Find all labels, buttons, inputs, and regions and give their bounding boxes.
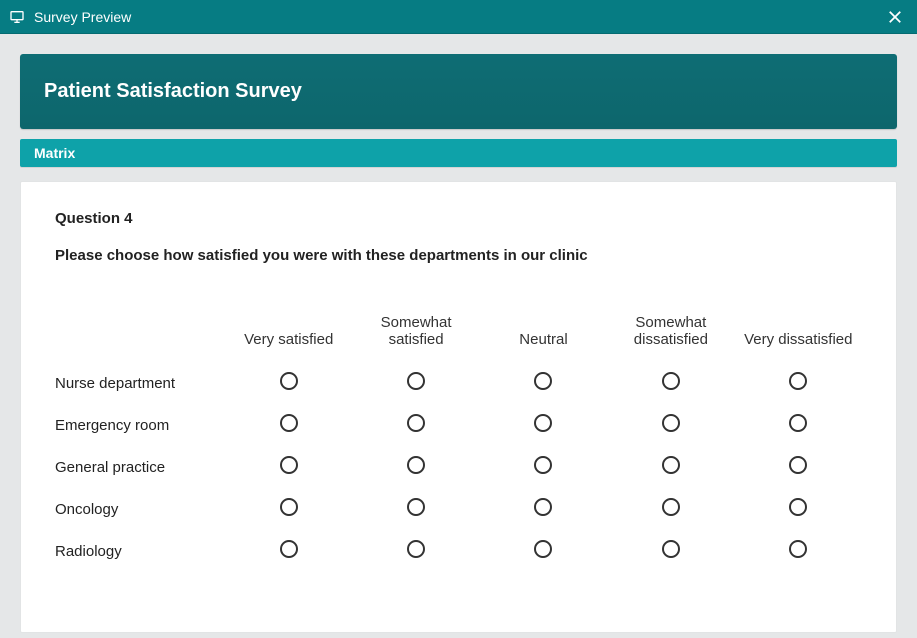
matrix-cell [225,362,352,404]
matrix-radio[interactable] [662,540,680,558]
matrix-col-header: Somewhat satisfied [352,304,479,362]
matrix-radio[interactable] [789,498,807,516]
matrix-cell [480,488,607,530]
matrix-cell [607,488,734,530]
matrix-cell [735,362,862,404]
matrix-col-header: Somewhat dissatisfied [607,304,734,362]
bottom-spacer [20,633,897,638]
table-row: Nurse department [55,362,862,404]
table-row: Radiology [55,530,862,572]
matrix-radio[interactable] [407,414,425,432]
matrix-cell [607,362,734,404]
matrix-radio[interactable] [534,498,552,516]
matrix-cell [735,488,862,530]
matrix-radio[interactable] [407,372,425,390]
matrix-cell [480,404,607,446]
section-type-bar: Matrix [20,139,897,167]
matrix-radio[interactable] [534,456,552,474]
matrix-radio[interactable] [280,414,298,432]
matrix-cell [735,404,862,446]
matrix-cell [480,530,607,572]
matrix-radio[interactable] [789,456,807,474]
matrix-cell [480,362,607,404]
viewport: Patient Satisfaction Survey Matrix Quest… [0,34,917,638]
matrix-radio[interactable] [280,456,298,474]
titlebar: Survey Preview [0,0,917,34]
scroll-area[interactable]: Patient Satisfaction Survey Matrix Quest… [0,34,917,638]
matrix-cell [225,404,352,446]
matrix-radio[interactable] [789,540,807,558]
matrix-cell [607,404,734,446]
table-row: General practice [55,446,862,488]
matrix-cell [225,530,352,572]
matrix-radio[interactable] [662,372,680,390]
table-row: Emergency room [55,404,862,446]
matrix-radio[interactable] [407,498,425,516]
question-number: Question 4 [55,210,862,227]
matrix-radio[interactable] [789,414,807,432]
matrix-cell [607,446,734,488]
matrix-row-label: General practice [55,446,225,488]
matrix-row-label: Emergency room [55,404,225,446]
matrix-table: Very satisfied Somewhat satisfied Neutra… [55,304,862,572]
survey-title: Patient Satisfaction Survey [44,80,873,103]
matrix-cell [352,488,479,530]
window-title: Survey Preview [34,9,881,25]
table-row: Oncology [55,488,862,530]
matrix-cell [735,446,862,488]
matrix-col-header: Very satisfied [225,304,352,362]
matrix-row-label: Nurse department [55,362,225,404]
matrix-cell [352,446,479,488]
question-card: Question 4 Please choose how satisfied y… [20,181,897,633]
matrix-cell [352,530,479,572]
matrix-cell [225,446,352,488]
matrix-radio[interactable] [407,540,425,558]
matrix-cell [735,530,862,572]
matrix-corner-cell [55,304,225,362]
section-type-label: Matrix [34,145,75,161]
matrix-cell [225,488,352,530]
matrix-radio[interactable] [662,414,680,432]
matrix-radio[interactable] [789,372,807,390]
matrix-radio[interactable] [534,372,552,390]
matrix-row-label: Radiology [55,530,225,572]
survey-header: Patient Satisfaction Survey [20,54,897,129]
matrix-col-header: Very dissatisfied [735,304,862,362]
question-text: Please choose how satisfied you were wit… [55,247,862,264]
matrix-cell [352,362,479,404]
matrix-radio[interactable] [662,456,680,474]
matrix-radio[interactable] [534,540,552,558]
matrix-cell [352,404,479,446]
matrix-radio[interactable] [280,498,298,516]
matrix-radio[interactable] [280,540,298,558]
monitor-icon [8,8,26,26]
matrix-radio[interactable] [280,372,298,390]
matrix-col-header: Neutral [480,304,607,362]
matrix-row-label: Oncology [55,488,225,530]
matrix-radio[interactable] [407,456,425,474]
matrix-cell [607,530,734,572]
matrix-radio[interactable] [662,498,680,516]
matrix-radio[interactable] [534,414,552,432]
matrix-cell [480,446,607,488]
close-button[interactable] [881,3,909,31]
